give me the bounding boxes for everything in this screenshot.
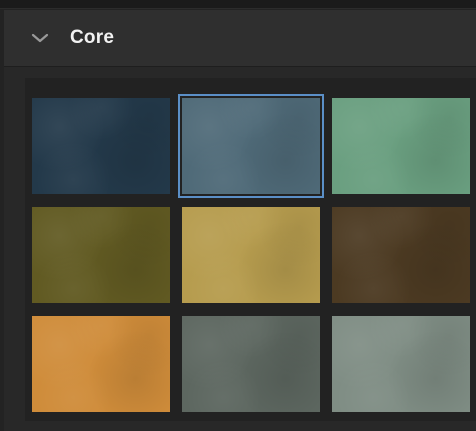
chevron-down-icon[interactable]	[30, 31, 50, 45]
swatch-1[interactable]	[32, 98, 170, 194]
core-panel: Core	[4, 10, 476, 431]
top-bar	[0, 0, 476, 9]
swatch-5[interactable]	[182, 207, 320, 303]
swatch-6[interactable]	[332, 207, 470, 303]
swatch-2[interactable]	[178, 94, 324, 198]
panel-header[interactable]: Core	[4, 10, 476, 67]
swatch-4[interactable]	[32, 207, 170, 303]
swatch-grid	[25, 78, 476, 421]
swatch-3[interactable]	[332, 98, 470, 194]
swatch-7[interactable]	[32, 316, 170, 412]
swatch-grid-area	[4, 67, 476, 431]
panel-title: Core	[70, 27, 115, 48]
swatch-8[interactable]	[182, 316, 320, 412]
swatch-9[interactable]	[332, 316, 470, 412]
